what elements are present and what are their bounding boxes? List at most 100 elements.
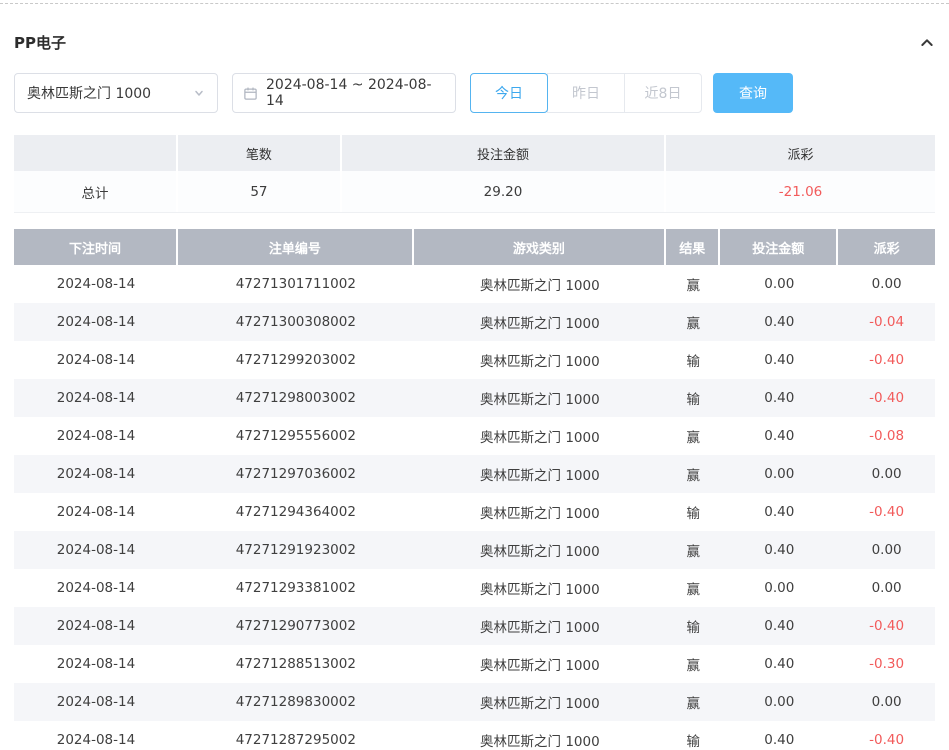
cell-bet-time: 2024-08-14 (14, 455, 178, 493)
collapse-panel-button[interactable] (919, 35, 935, 51)
date-range-value: 2024-08-14 ~ 2024-08-14 (266, 77, 445, 109)
cell-result: 赢 (666, 531, 720, 569)
panel-title: PP电子 (14, 32, 66, 53)
panel-header: PP电子 (14, 4, 935, 73)
cell-result: 赢 (666, 303, 720, 341)
last-8-days-button[interactable]: 近8日 (624, 73, 702, 113)
cell-payout: 0.00 (838, 265, 935, 303)
cell-bet-amount: 0.40 (720, 417, 838, 455)
cell-bet-amount: 0.40 (720, 303, 838, 341)
cell-result: 赢 (666, 683, 720, 721)
table-header-row: 下注时间 注单编号 游戏类别 结果 投注金额 派彩 (14, 229, 935, 265)
calendar-icon (243, 86, 258, 101)
summary-total-row: 总计 57 29.20 -21.06 (14, 171, 935, 213)
cell-bet-amount: 0.00 (720, 455, 838, 493)
chevron-up-icon (919, 35, 935, 51)
chevron-down-icon (193, 87, 205, 99)
cell-game-type: 奥林匹斯之门 1000 (414, 569, 666, 607)
summary-header-empty (14, 135, 178, 171)
cell-order-id: 47271293381002 (178, 569, 414, 607)
cell-order-id: 47271297036002 (178, 455, 414, 493)
cell-bet-time: 2024-08-14 (14, 379, 178, 417)
cell-order-id: 47271287295002 (178, 721, 414, 750)
cell-payout: -0.40 (838, 493, 935, 531)
summary-count-value: 57 (178, 171, 342, 212)
cell-game-type: 奥林匹斯之门 1000 (414, 721, 666, 750)
summary-header-amount: 投注金额 (342, 135, 666, 171)
header-order-id: 注单编号 (178, 229, 414, 265)
cell-payout: 0.00 (838, 455, 935, 493)
cell-bet-amount: 0.40 (720, 379, 838, 417)
table-row: 2024-08-14 47271287295002 奥林匹斯之门 1000 输 … (14, 721, 935, 750)
summary-table: 笔数 投注金额 派彩 总计 57 29.20 -21.06 (14, 135, 935, 213)
cell-bet-time: 2024-08-14 (14, 493, 178, 531)
cell-bet-amount: 0.40 (720, 531, 838, 569)
cell-game-type: 奥林匹斯之门 1000 (414, 493, 666, 531)
summary-header-count: 笔数 (178, 135, 342, 171)
cell-bet-amount: 0.40 (720, 721, 838, 750)
table-row: 2024-08-14 47271293381002 奥林匹斯之门 1000 赢 … (14, 569, 935, 607)
cell-result: 赢 (666, 569, 720, 607)
cell-result: 赢 (666, 455, 720, 493)
summary-amount-value: 29.20 (342, 171, 666, 212)
cell-payout: -0.04 (838, 303, 935, 341)
cell-payout: -0.40 (838, 341, 935, 379)
cell-game-type: 奥林匹斯之门 1000 (414, 607, 666, 645)
cell-game-type: 奥林匹斯之门 1000 (414, 303, 666, 341)
filter-bar: 奥林匹斯之门 1000 2024-08-14 ~ 2024-08-14 今日 昨… (14, 73, 935, 113)
yesterday-button[interactable]: 昨日 (547, 73, 625, 113)
table-row: 2024-08-14 47271291923002 奥林匹斯之门 1000 赢 … (14, 531, 935, 569)
cell-payout: -0.08 (838, 417, 935, 455)
cell-bet-time: 2024-08-14 (14, 531, 178, 569)
game-select[interactable]: 奥林匹斯之门 1000 (14, 73, 218, 113)
cell-payout: -0.40 (838, 379, 935, 417)
cell-bet-amount: 0.40 (720, 645, 838, 683)
table-row: 2024-08-14 47271289830002 奥林匹斯之门 1000 赢 … (14, 683, 935, 721)
cell-result: 输 (666, 341, 720, 379)
cell-payout: -0.30 (838, 645, 935, 683)
cell-bet-amount: 0.00 (720, 265, 838, 303)
cell-bet-time: 2024-08-14 (14, 303, 178, 341)
report-page: PP电子 奥林匹斯之门 1000 2024-08-14 ~ (0, 4, 949, 750)
cell-game-type: 奥林匹斯之门 1000 (414, 531, 666, 569)
cell-order-id: 47271299203002 (178, 341, 414, 379)
cell-result: 输 (666, 607, 720, 645)
cell-payout: 0.00 (838, 531, 935, 569)
quick-date-button-group: 今日 昨日 近8日 (470, 73, 702, 113)
cell-bet-time: 2024-08-14 (14, 645, 178, 683)
cell-bet-time: 2024-08-14 (14, 607, 178, 645)
table-body: 2024-08-14 47271301711002 奥林匹斯之门 1000 赢 … (14, 265, 935, 750)
cell-order-id: 47271291923002 (178, 531, 414, 569)
cell-game-type: 奥林匹斯之门 1000 (414, 341, 666, 379)
cell-order-id: 47271289830002 (178, 683, 414, 721)
cell-game-type: 奥林匹斯之门 1000 (414, 645, 666, 683)
cell-result: 输 (666, 721, 720, 750)
cell-result: 输 (666, 379, 720, 417)
header-bet-amount: 投注金额 (720, 229, 838, 265)
header-result: 结果 (666, 229, 720, 265)
cell-payout: 0.00 (838, 683, 935, 721)
today-button[interactable]: 今日 (470, 73, 548, 113)
cell-order-id: 47271288513002 (178, 645, 414, 683)
cell-game-type: 奥林匹斯之门 1000 (414, 683, 666, 721)
cell-game-type: 奥林匹斯之门 1000 (414, 265, 666, 303)
table-row: 2024-08-14 47271297036002 奥林匹斯之门 1000 赢 … (14, 455, 935, 493)
header-game-type: 游戏类别 (414, 229, 666, 265)
header-bet-time: 下注时间 (14, 229, 178, 265)
game-select-value: 奥林匹斯之门 1000 (27, 83, 151, 103)
cell-order-id: 47271300308002 (178, 303, 414, 341)
cell-bet-time: 2024-08-14 (14, 721, 178, 750)
table-row: 2024-08-14 47271294364002 奥林匹斯之门 1000 输 … (14, 493, 935, 531)
table-row: 2024-08-14 47271290773002 奥林匹斯之门 1000 输 … (14, 607, 935, 645)
date-range-picker[interactable]: 2024-08-14 ~ 2024-08-14 (232, 73, 456, 113)
table-row: 2024-08-14 47271295556002 奥林匹斯之门 1000 赢 … (14, 417, 935, 455)
query-button[interactable]: 查询 (713, 73, 793, 113)
bet-records-table: 下注时间 注单编号 游戏类别 结果 投注金额 派彩 2024-08-14 472… (14, 229, 935, 750)
summary-header-payout: 派彩 (666, 135, 935, 171)
cell-bet-amount: 0.00 (720, 683, 838, 721)
table-row: 2024-08-14 47271300308002 奥林匹斯之门 1000 赢 … (14, 303, 935, 341)
cell-bet-amount: 0.40 (720, 607, 838, 645)
cell-bet-time: 2024-08-14 (14, 265, 178, 303)
cell-result: 赢 (666, 265, 720, 303)
table-row: 2024-08-14 47271301711002 奥林匹斯之门 1000 赢 … (14, 265, 935, 303)
